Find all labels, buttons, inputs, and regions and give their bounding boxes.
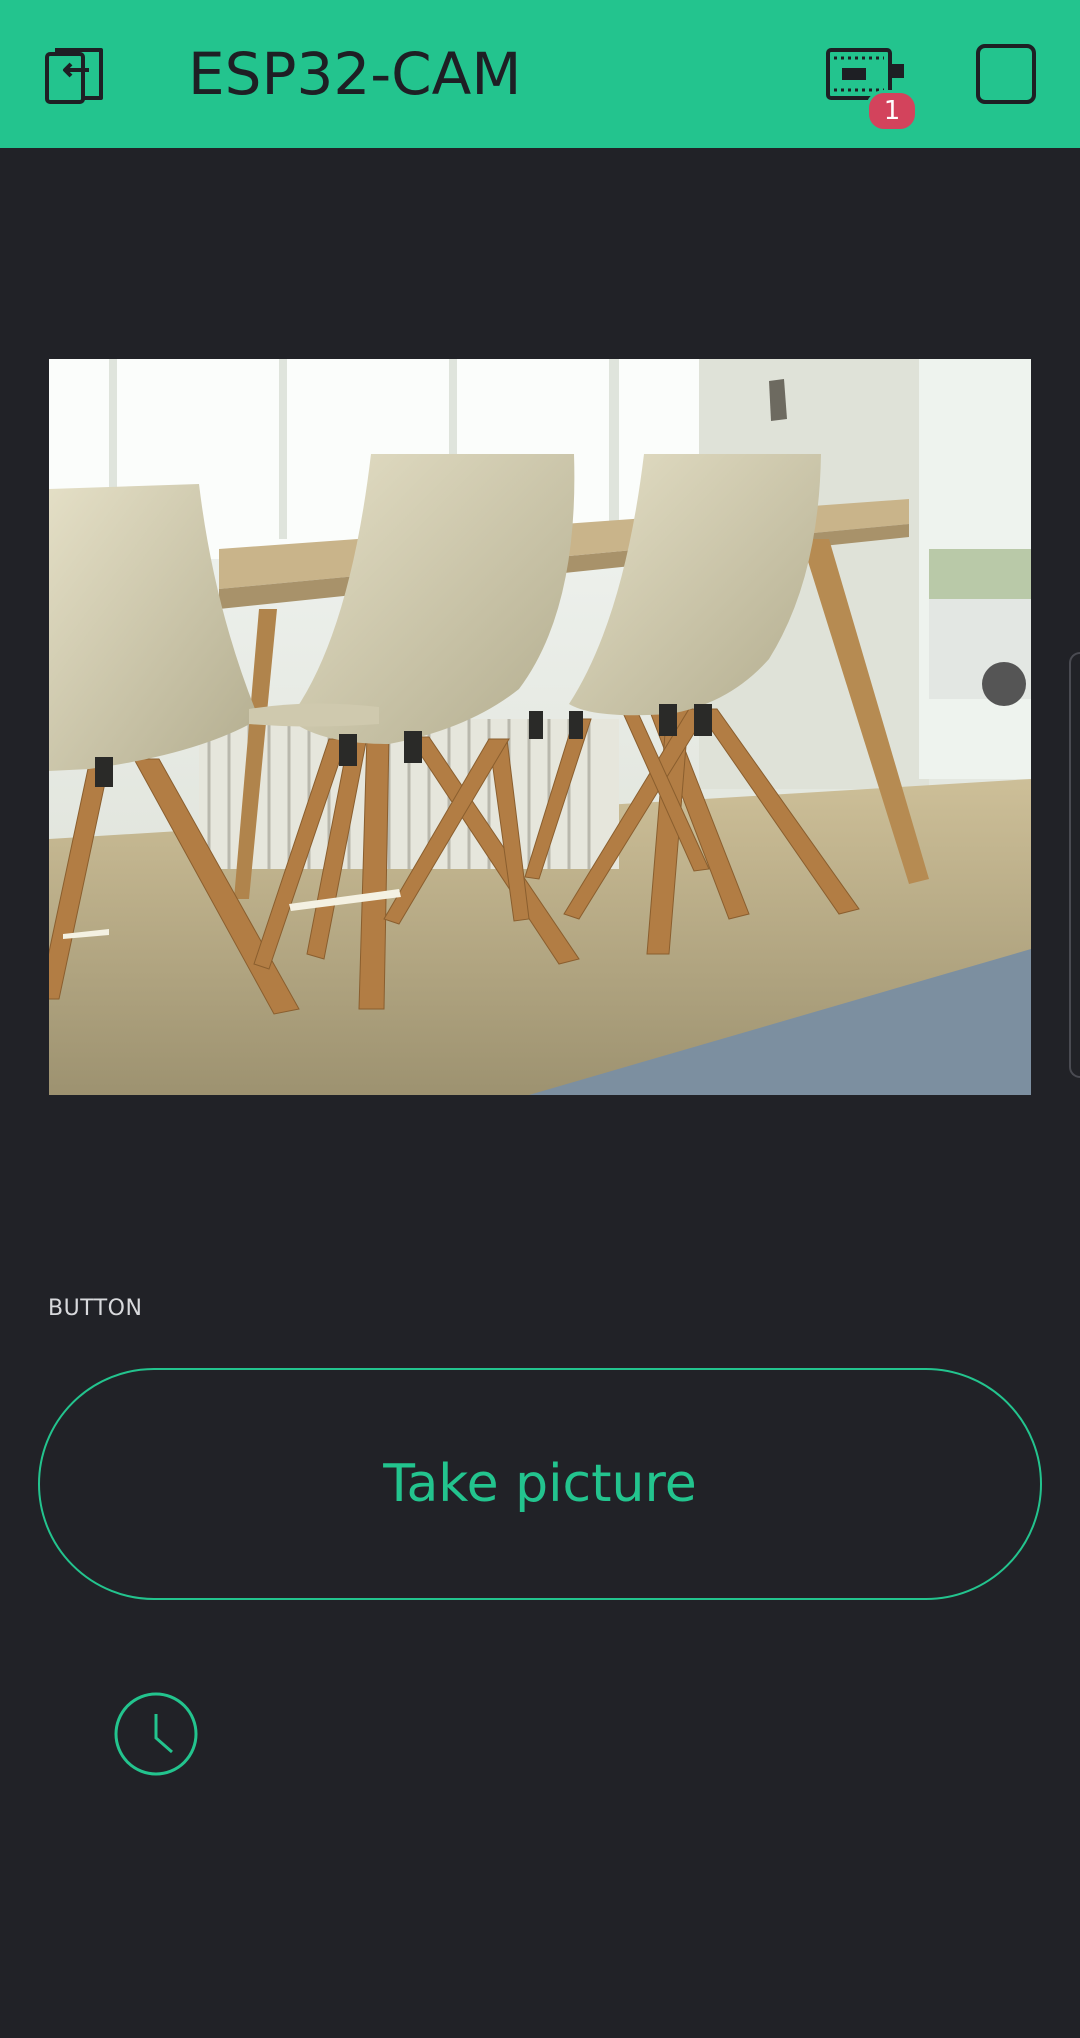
exit-icon: [45, 48, 103, 104]
take-picture-button[interactable]: Take picture: [38, 1368, 1042, 1600]
widget-label: BUTTON: [48, 1296, 143, 1321]
camera-image: [49, 359, 1031, 1095]
timer-button[interactable]: [114, 1692, 198, 1776]
take-picture-label: Take picture: [383, 1454, 697, 1514]
square-stop-icon: [976, 44, 1036, 104]
camera-photo: [49, 359, 1031, 1095]
app-screen: ESP32-CAM 1 BUTTON Take picture: [0, 0, 1080, 2038]
exit-project-button[interactable]: [38, 38, 110, 110]
stop-project-button[interactable]: [970, 38, 1042, 110]
top-bar: ESP32-CAM 1: [0, 0, 1080, 148]
side-panel-handle[interactable]: [1069, 652, 1080, 1078]
notification-badge: 1: [866, 90, 918, 132]
project-title: ESP32-CAM: [188, 40, 522, 108]
clock-icon: [114, 1692, 198, 1776]
